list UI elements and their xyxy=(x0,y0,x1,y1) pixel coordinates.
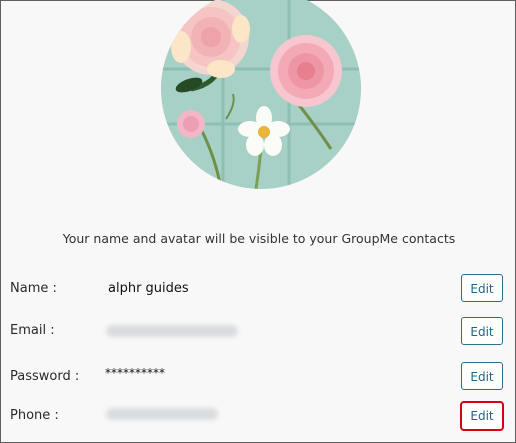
email-label: Email : xyxy=(10,323,55,338)
phone-label: Phone : xyxy=(10,408,59,423)
email-value-redacted xyxy=(106,325,238,337)
edit-password-button[interactable]: Edit xyxy=(461,362,503,390)
edit-email-button[interactable]: Edit xyxy=(461,317,503,345)
edit-phone-button[interactable]: Edit xyxy=(460,401,504,431)
edit-name-button[interactable]: Edit xyxy=(461,274,503,302)
visibility-note: Your name and avatar will be visible to … xyxy=(62,231,456,246)
password-value: ********** xyxy=(105,366,165,380)
phone-value-redacted xyxy=(106,408,218,420)
password-label: Password : xyxy=(10,369,80,384)
name-value: alphr guides xyxy=(108,281,189,296)
name-label: Name : xyxy=(10,281,57,296)
